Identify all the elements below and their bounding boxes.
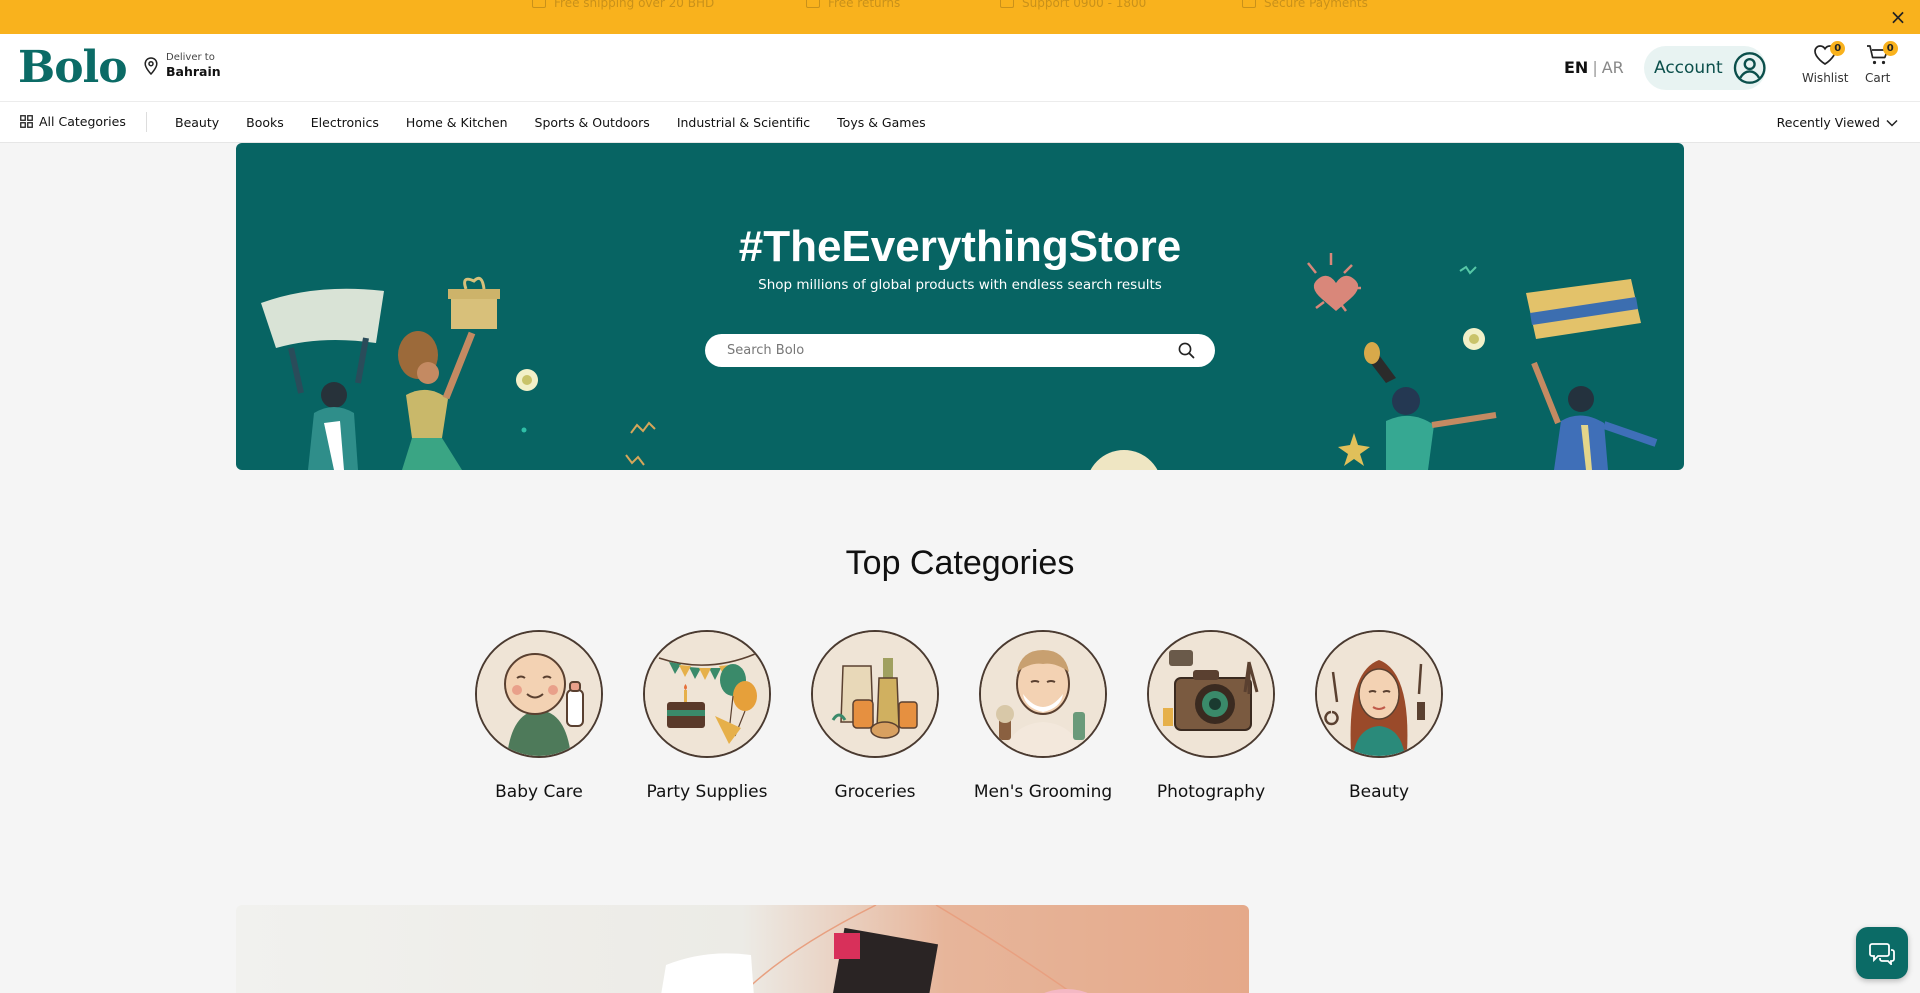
truck-icon — [532, 0, 546, 8]
wishlist-button[interactable]: 0 Wishlist — [1802, 41, 1849, 85]
promo-banner[interactable] — [236, 905, 1249, 993]
category-card-beauty[interactable]: Beauty — [1315, 630, 1443, 804]
groceries-icon — [813, 632, 937, 756]
beauty-icon — [1317, 632, 1441, 756]
promo-item: Free shipping over 20 BHD — [532, 0, 714, 10]
return-icon — [806, 0, 820, 8]
hero-banner: #TheEverythingStore Shop millions of glo… — [236, 143, 1684, 470]
category-image — [643, 630, 771, 758]
grooming-icon — [981, 632, 1105, 756]
category-image — [811, 630, 939, 758]
category-card-mens-grooming[interactable]: Men's Grooming — [974, 630, 1112, 804]
deliver-to-label: Deliver to — [166, 52, 215, 63]
category-image — [1147, 630, 1275, 758]
recently-viewed-dropdown[interactable]: Recently Viewed — [1777, 115, 1898, 130]
category-name: Groceries — [834, 782, 916, 802]
lang-en-option[interactable]: EN — [1564, 58, 1588, 77]
nav-link-home-kitchen[interactable]: Home & Kitchen — [406, 115, 508, 130]
promo-item-text: Free returns — [828, 0, 901, 10]
nav-link-toys-games[interactable]: Toys & Games — [837, 115, 926, 130]
cart-count-badge: 0 — [1882, 41, 1898, 56]
category-nav: All Categories Beauty Books Electronics … — [0, 102, 1920, 143]
camera-icon — [1149, 632, 1273, 756]
site-header: Bolo Deliver to Bahrain EN | AR Account 0 … — [0, 34, 1920, 102]
language-switcher: EN | AR — [1564, 58, 1624, 77]
category-card-baby-care[interactable]: Baby Care — [475, 630, 603, 804]
promo-item-text: Secure Payments — [1264, 0, 1368, 10]
category-name: Men's Grooming — [973, 782, 1113, 802]
lang-separator: | — [1592, 58, 1598, 77]
top-categories-title: Top Categories — [845, 544, 1075, 582]
account-label: Account — [1654, 58, 1723, 78]
nav-link-books[interactable]: Books — [246, 115, 284, 130]
nav-link-electronics[interactable]: Electronics — [311, 115, 379, 130]
chat-support-button[interactable] — [1856, 927, 1908, 979]
close-promo-button[interactable]: × — [1886, 5, 1910, 29]
promo-item-text: Free shipping over 20 BHD — [554, 0, 715, 10]
category-name: Baby Care — [495, 782, 583, 802]
category-card-groceries[interactable]: Groceries — [811, 630, 939, 804]
wishlist-count-badge: 0 — [1830, 41, 1846, 56]
search-input[interactable] — [727, 334, 1157, 367]
all-categories-button[interactable]: All Categories — [20, 114, 126, 129]
chat-icon — [1869, 943, 1895, 965]
category-image — [979, 630, 1107, 758]
category-name: Party Supplies — [646, 782, 768, 802]
cart-label: Cart — [1865, 71, 1891, 85]
party-icon — [645, 632, 769, 756]
deliver-to-location: Bahrain — [166, 64, 221, 79]
nav-link-sports-outdoors[interactable]: Sports & Outdoors — [535, 115, 650, 130]
recently-viewed-label: Recently Viewed — [1776, 115, 1880, 130]
chevron-down-icon — [1886, 119, 1898, 127]
promo-banner-image — [661, 905, 1088, 993]
category-links: Beauty Books Electronics Home & Kitchen … — [175, 115, 926, 130]
nav-link-industrial-scientific[interactable]: Industrial & Scientific — [677, 115, 810, 130]
user-icon — [1733, 52, 1766, 84]
category-name: Photography — [1156, 782, 1266, 802]
category-card-photography[interactable]: Photography — [1147, 630, 1275, 804]
promo-item: Free returns — [806, 0, 900, 10]
all-categories-label: All Categories — [39, 114, 126, 129]
baby-icon — [477, 632, 601, 756]
phone-icon — [1000, 0, 1014, 8]
bolo-logo[interactable]: Bolo — [18, 42, 128, 93]
location-pin-icon — [144, 57, 158, 75]
hero-illustration — [261, 253, 1658, 470]
search-icon[interactable] — [1178, 342, 1195, 359]
deliver-to-selector[interactable]: Deliver to Bahrain — [144, 52, 221, 80]
grid-icon — [20, 115, 33, 128]
deliver-to-text: Deliver to Bahrain — [166, 52, 221, 80]
hero-search-bar — [705, 334, 1215, 367]
shield-icon — [1242, 0, 1256, 8]
wishlist-label: Wishlist — [1802, 71, 1849, 85]
hero-subtitle: Shop millions of global products with en… — [758, 277, 1162, 293]
promo-item-text: Support 0900 - 1800 — [1022, 0, 1147, 10]
top-categories-list: Baby Care Party Supplies Groceries Men's… — [475, 630, 1443, 804]
account-button[interactable]: Account — [1644, 46, 1766, 90]
nav-divider — [146, 112, 147, 132]
wishlist-icon-wrap: 0 — [1813, 41, 1846, 70]
promo-item: Support 0900 - 1800 — [1000, 0, 1146, 10]
category-name: Beauty — [1348, 782, 1410, 802]
cart-icon-wrap: 0 — [1866, 41, 1898, 70]
category-image — [1315, 630, 1443, 758]
category-card-party-supplies[interactable]: Party Supplies — [643, 630, 771, 804]
promo-bar: Free shipping over 20 BHD Free returns S… — [0, 0, 1920, 34]
promo-item: Secure Payments — [1242, 0, 1368, 10]
cart-button[interactable]: 0 Cart — [1865, 41, 1898, 85]
nav-link-beauty[interactable]: Beauty — [175, 115, 219, 130]
hero-title: #TheEverythingStore — [738, 222, 1182, 271]
category-image — [475, 630, 603, 758]
lang-ar-option[interactable]: AR — [1602, 58, 1624, 77]
